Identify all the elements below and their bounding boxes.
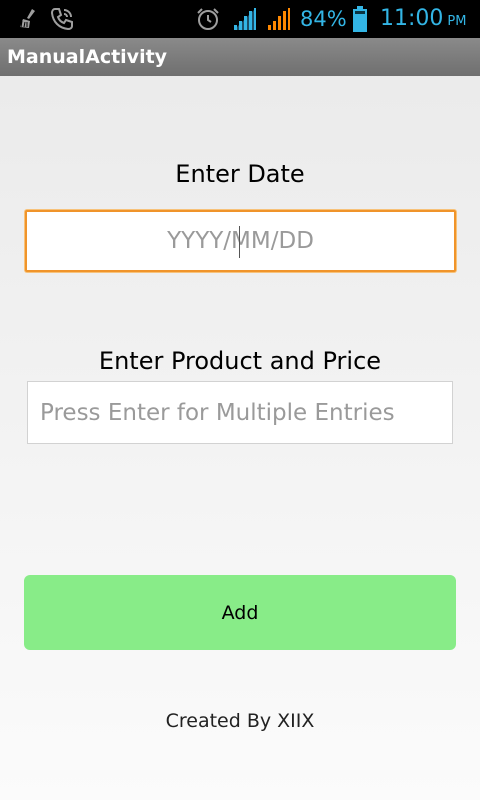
credit-text: Created By XIIX [165,710,315,732]
clock-ampm: PM [447,14,467,29]
date-input[interactable] [27,212,454,270]
signal-icon [230,4,258,34]
screen: 84% 11:00PM ManualActivity Enter Date En… [0,0,480,800]
product-label: Enter Product and Price [98,347,382,375]
product-input[interactable] [28,382,452,443]
status-clock: 11:00 PM [380,3,466,38]
battery-icon [352,4,368,34]
signal-icon [264,4,292,34]
broom-icon [16,4,42,34]
call-icon [48,4,76,34]
alarm-icon [194,4,222,34]
product-field[interactable] [27,381,453,444]
title-bar: ManualActivity [0,38,480,76]
battery-percentage: 84% [300,7,347,31]
date-label: Enter Date [175,160,305,188]
app-title: ManualActivity [7,46,168,68]
status-bar: 84% 11:00 PM [0,0,480,38]
text-cursor [239,226,240,258]
clock-time: 11:00 [380,6,444,31]
date-field[interactable] [25,210,456,272]
add-button[interactable]: Add [24,575,456,650]
